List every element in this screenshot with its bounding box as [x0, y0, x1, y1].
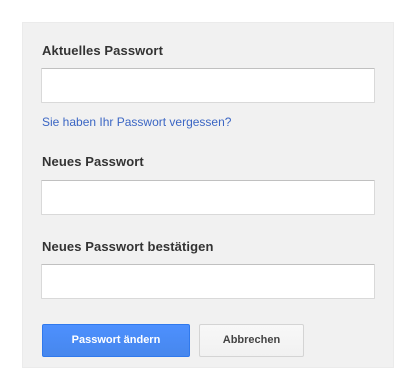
confirm-password-field[interactable]: [41, 264, 375, 299]
cancel-button[interactable]: Abbrechen: [199, 324, 304, 357]
change-password-button[interactable]: Passwort ändern: [42, 324, 190, 357]
current-password-field[interactable]: [41, 68, 375, 103]
new-password-field[interactable]: [41, 180, 375, 215]
forgot-password-link[interactable]: Sie haben Ihr Passwort vergessen?: [42, 115, 231, 129]
confirm-password-label: Neues Passwort bestätigen: [42, 239, 214, 254]
new-password-label: Neues Passwort: [42, 154, 144, 169]
current-password-label: Aktuelles Passwort: [42, 43, 164, 58]
